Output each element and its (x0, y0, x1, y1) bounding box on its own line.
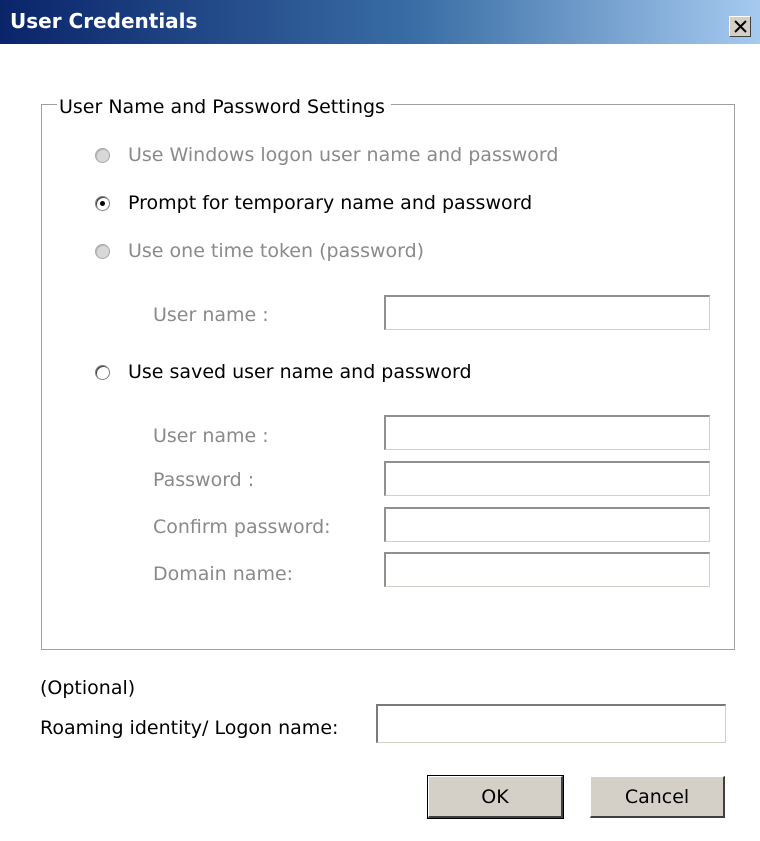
token-username-input (384, 295, 710, 330)
title-bar: User Credentials (0, 0, 760, 44)
option-windows-logon-label: Use Windows logon user name and password (128, 144, 559, 166)
window-title: User Credentials (10, 9, 198, 33)
option-one-time-token: Use one time token (password) (95, 240, 424, 262)
saved-username-label: User name : (153, 425, 269, 447)
option-saved-credentials-label[interactable]: Use saved user name and password (128, 361, 472, 383)
close-icon (734, 20, 747, 33)
saved-username-input (384, 415, 710, 450)
saved-domain-input (384, 552, 710, 587)
group-legend: User Name and Password Settings (57, 96, 391, 118)
radio-saved-credentials[interactable] (95, 364, 110, 380)
option-prompt-temporary[interactable]: Prompt for temporary name and password (95, 192, 532, 214)
saved-domain-label: Domain name: (153, 563, 294, 585)
saved-confirm-password-label: Confirm password: (153, 516, 331, 538)
radio-selected-dot (100, 200, 105, 206)
token-username-label: User name : (153, 304, 269, 326)
roaming-identity-input[interactable] (376, 704, 726, 743)
option-prompt-temporary-label[interactable]: Prompt for temporary name and password (128, 192, 532, 214)
optional-label: (Optional) (40, 677, 136, 699)
ok-button[interactable]: OK (427, 775, 564, 819)
saved-password-label: Password : (153, 469, 255, 491)
close-button[interactable] (729, 16, 751, 37)
option-one-time-token-label: Use one time token (password) (128, 240, 425, 262)
radio-prompt-temporary[interactable] (95, 195, 110, 211)
radio-one-time-token (95, 243, 110, 259)
radio-windows-logon (95, 147, 110, 163)
option-windows-logon: Use Windows logon user name and password (95, 144, 558, 166)
dialog-body: User Name and Password Settings Use Wind… (0, 44, 760, 841)
saved-password-input (384, 461, 710, 496)
cancel-button[interactable]: Cancel (590, 776, 725, 818)
option-saved-credentials[interactable]: Use saved user name and password (95, 361, 472, 383)
saved-confirm-password-input (384, 507, 710, 542)
roaming-identity-label: Roaming identity/ Logon name: (40, 717, 339, 739)
